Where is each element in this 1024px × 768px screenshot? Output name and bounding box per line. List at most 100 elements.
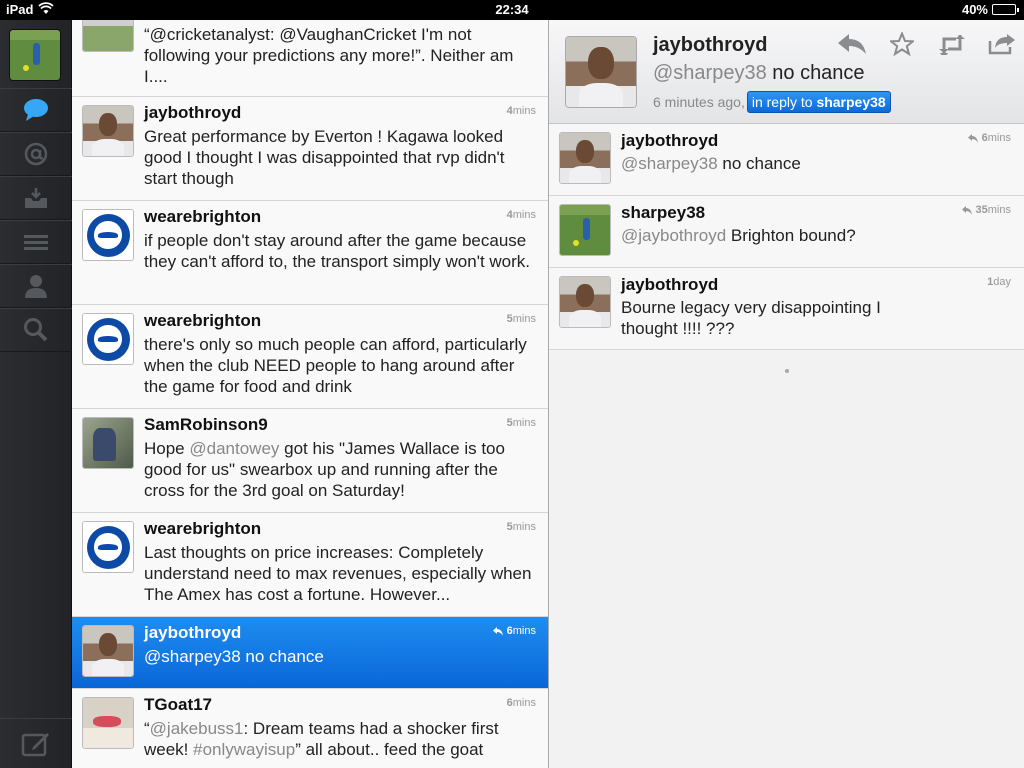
share-button[interactable] <box>987 32 1017 56</box>
tweet-username[interactable]: wearebrighton <box>144 311 261 331</box>
reply-indicator-icon <box>961 205 972 215</box>
speech-bubble-icon <box>24 99 48 121</box>
tweet-item[interactable]: wearebrighton 5mins there's only so much… <box>72 305 548 409</box>
mention-link[interactable]: @dantowey <box>189 439 279 458</box>
favorite-button[interactable] <box>887 32 917 56</box>
detail-username[interactable]: jaybothroyd <box>653 34 767 57</box>
sidebar-item-profile[interactable] <box>0 264 72 308</box>
reply-indicator-icon <box>967 133 978 143</box>
tweet-avatar[interactable] <box>82 417 134 469</box>
detail-timestamp: 6 minutes ago, <box>653 94 745 110</box>
mention-link[interactable]: @jaybothroyd <box>621 226 726 245</box>
tweet-username[interactable]: jaybothroyd <box>144 103 241 123</box>
tweet-text: “@jakebuss1: Dream teams had a shocker f… <box>144 719 499 759</box>
battery-indicator: 40% <box>961 2 1019 17</box>
compose-button[interactable] <box>0 718 72 768</box>
inbox-tray-icon <box>25 188 47 208</box>
tweet-timestamp: 5mins <box>506 521 536 533</box>
tweet-item[interactable]: “@cricketanalyst: @VaughanCricket I'm no… <box>72 20 548 97</box>
mention-link[interactable]: @sharpey38 <box>144 647 241 666</box>
tweet-text: if people don't stay around after the ga… <box>144 231 531 271</box>
tweet-item[interactable]: jaybothroyd 4mins Great performance by E… <box>72 97 548 201</box>
conversation-item[interactable]: jaybothroyd 1day Bourne legacy very disa… <box>549 268 1024 350</box>
tweet-avatar[interactable] <box>82 20 134 52</box>
account-avatar[interactable] <box>9 29 61 81</box>
reply-indicator-icon <box>492 626 503 636</box>
detail-header: jaybothroyd @sharpey38 no chance 6 minut… <box>549 20 1024 124</box>
conversation-avatar[interactable] <box>559 204 611 256</box>
tweet-username[interactable]: SamRobinson9 <box>144 415 268 435</box>
mention-link[interactable]: @sharpey38 <box>621 154 718 173</box>
list-lines-icon <box>24 235 48 250</box>
tweet-item[interactable]: SamRobinson9 5mins Hope @dantowey got hi… <box>72 409 548 513</box>
reply-button[interactable] <box>837 32 867 56</box>
sidebar-item-timeline[interactable] <box>0 88 72 132</box>
tweet-timestamp: 6mins <box>506 697 536 709</box>
reply-arrow-icon <box>838 34 866 54</box>
conversation-username[interactable]: sharpey38 <box>621 203 705 223</box>
person-icon <box>25 275 47 298</box>
conversation-text: @jaybothroyd Brighton bound? <box>621 226 856 245</box>
timeline: “@cricketanalyst: @VaughanCricket I'm no… <box>72 20 548 768</box>
tweet-username[interactable]: wearebrighton <box>144 207 261 227</box>
detail-meta: 6 minutes ago, in reply to sharpey38 <box>653 91 891 113</box>
tweet-timestamp: 6mins <box>492 625 536 637</box>
conversation-avatar[interactable] <box>559 276 611 328</box>
tweet-avatar[interactable] <box>82 697 134 749</box>
sidebar-item-search[interactable] <box>0 308 72 352</box>
conversation-timestamp: 6mins <box>967 132 1011 144</box>
tweet-avatar[interactable] <box>82 313 134 365</box>
tweet-username[interactable]: TGoat17 <box>144 695 212 715</box>
conversation-text: Bourne legacy very disappointing I thoug… <box>621 298 881 338</box>
at-sign-icon <box>24 142 48 166</box>
tweet-item[interactable]: TGoat17 6mins “@jakebuss1: Dream teams h… <box>72 689 548 768</box>
sidebar-item-lists[interactable] <box>0 220 72 264</box>
tweet-timestamp: 4mins <box>506 209 536 221</box>
tweet-timestamp: 5mins <box>506 313 536 325</box>
search-icon <box>24 318 48 342</box>
compose-icon <box>21 732 49 756</box>
tweet-timestamp: 5mins <box>506 417 536 429</box>
tweet-item-selected[interactable]: jaybothroyd 6mins @sharpey38 no chance <box>72 617 548 689</box>
clock: 22:34 <box>495 2 529 17</box>
tweet-username[interactable]: jaybothroyd <box>144 623 241 643</box>
detail-actions <box>837 32 1017 56</box>
tweet-avatar[interactable] <box>82 625 134 677</box>
tweet-text: @sharpey38 no chance <box>144 647 324 666</box>
conversation-item[interactable]: sharpey38 35mins @jaybothroyd Brighton b… <box>549 196 1024 268</box>
detail-avatar[interactable] <box>565 36 637 108</box>
tweet-detail-pane: jaybothroyd @sharpey38 no chance 6 minut… <box>548 20 1024 768</box>
status-bar: iPad 22:34 40% <box>0 0 1024 20</box>
conversation-timestamp: 1day <box>987 276 1011 288</box>
tweet-avatar[interactable] <box>82 521 134 573</box>
retweet-icon <box>939 35 965 55</box>
tweet-item[interactable]: wearebrighton 4mins if people don't stay… <box>72 201 548 305</box>
conversation-avatar[interactable] <box>559 132 611 184</box>
tweet-text: Last thoughts on price increases: Comple… <box>144 543 532 604</box>
sidebar-item-messages[interactable] <box>0 176 72 220</box>
conversation-username[interactable]: jaybothroyd <box>621 131 718 151</box>
battery-percent: 40% <box>961 2 988 17</box>
tweet-text: Great performance by Everton ! Kagawa lo… <box>144 127 505 188</box>
share-icon <box>988 34 1015 55</box>
battery-icon <box>992 4 1019 15</box>
conversation-text: @sharpey38 no chance <box>621 154 801 173</box>
mention-link[interactable]: @sharpey38 <box>653 62 767 84</box>
mention-link[interactable]: @jakebuss1 <box>150 719 244 738</box>
detail-text: @sharpey38 no chance <box>653 62 865 84</box>
tweet-item[interactable]: wearebrighton 5mins Last thoughts on pri… <box>72 513 548 617</box>
in-reply-to-link[interactable]: in reply to sharpey38 <box>746 91 891 113</box>
conversation-username[interactable]: jaybothroyd <box>621 275 718 295</box>
tweet-username[interactable]: wearebrighton <box>144 519 261 539</box>
tweet-text: “@cricketanalyst: @VaughanCricket I'm no… <box>144 25 514 86</box>
retweet-button[interactable] <box>937 32 967 56</box>
tweet-avatar[interactable] <box>82 209 134 261</box>
tweet-text: Hope @dantowey got his "James Wallace is… <box>144 439 505 500</box>
loading-dot <box>785 369 789 373</box>
hashtag-link[interactable]: #onlywayisup <box>193 740 295 759</box>
tweet-avatar[interactable] <box>82 105 134 157</box>
star-icon <box>890 32 914 56</box>
conversation-item[interactable]: jaybothroyd 6mins @sharpey38 no chance <box>549 124 1024 196</box>
sidebar <box>0 20 72 768</box>
sidebar-item-mentions[interactable] <box>0 132 72 176</box>
